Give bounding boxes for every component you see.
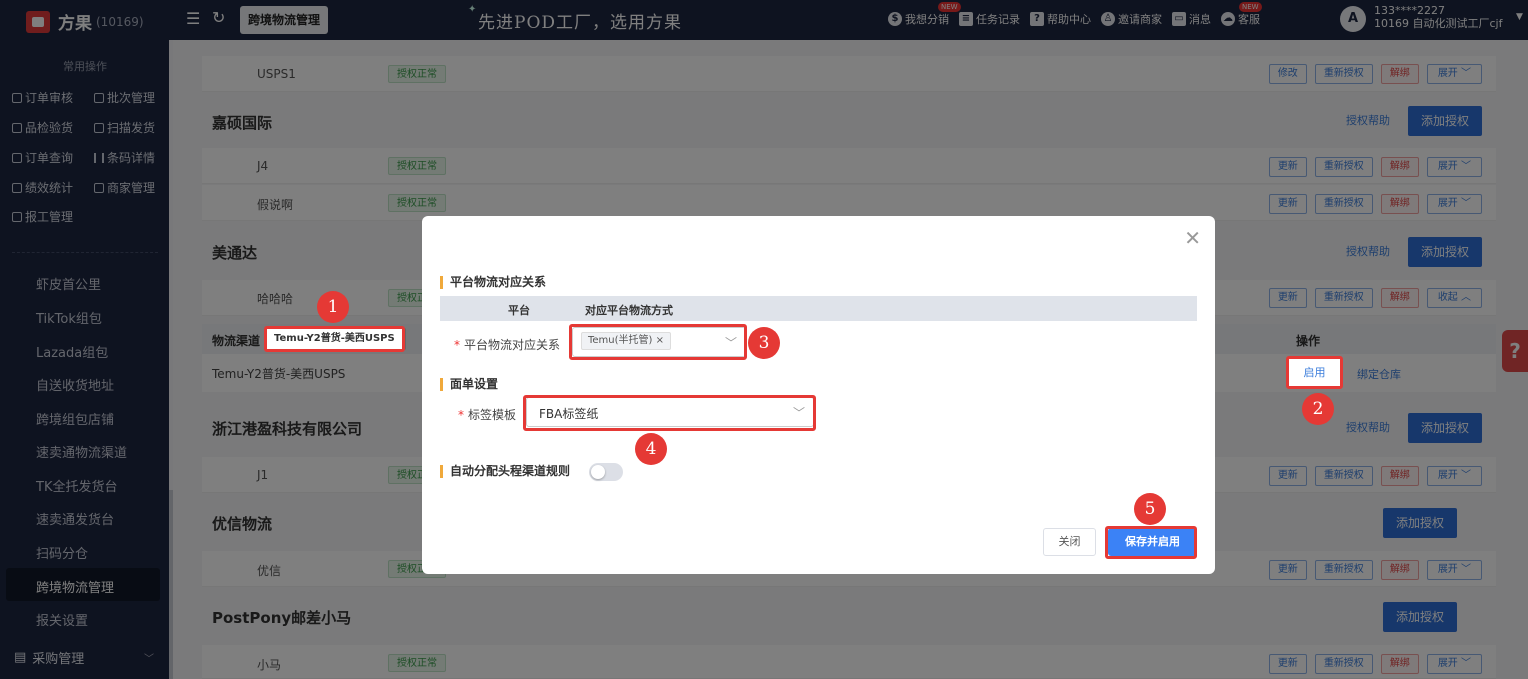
step-marker-1: 1 — [317, 291, 349, 323]
selected-chip: Temu(半托管) × — [581, 332, 672, 350]
close-button[interactable]: 关闭 — [1043, 528, 1096, 556]
platform-mapping-select[interactable]: Temu(半托管) × ﹀ — [572, 327, 746, 357]
step-marker-2: 2 — [1302, 393, 1334, 425]
enable-link-highlighted[interactable]: 启用 — [1288, 358, 1341, 387]
step-marker-3: 3 — [748, 327, 780, 359]
channel-filter-input-highlighted[interactable]: Temu-Y2普货-美西USPS — [266, 328, 404, 350]
mapping-table-header: 平台 对应平台物流方式 — [440, 296, 1197, 321]
auto-assign-label: 自动分配头程渠道规则 — [440, 465, 570, 478]
template-field-label: * 标签模板 — [458, 408, 517, 422]
selected-template: FBA标签纸 — [539, 407, 599, 421]
mapping-field-label: * 平台物流对应关系 — [454, 338, 561, 352]
col-platform-header: 平台 — [508, 304, 530, 317]
field-label-text: 平台物流对应关系 — [464, 338, 561, 352]
section-title-platform-mapping: 平台物流对应关系 — [440, 276, 546, 289]
label-template-select[interactable]: FBA标签纸 ﹀ — [526, 397, 814, 427]
step-marker-5: 5 — [1134, 493, 1166, 525]
chevron-down-icon: ﹀ — [792, 406, 805, 420]
col-method-header: 对应平台物流方式 — [585, 304, 673, 317]
auto-assign-toggle[interactable] — [589, 463, 623, 481]
close-icon[interactable]: ✕ — [1184, 226, 1201, 250]
save-and-enable-button[interactable]: 保存并启用 — [1108, 528, 1197, 556]
step-marker-4: 4 — [635, 433, 667, 465]
section-title-label-settings: 面单设置 — [440, 378, 498, 391]
chip-label: Temu(半托管) — [588, 335, 653, 346]
logistics-settings-dialog: ✕ 平台物流对应关系 平台 对应平台物流方式 * 平台物流对应关系 Temu(半托… — [422, 216, 1215, 574]
chevron-down-icon: ﹀ — [724, 336, 737, 350]
chip-remove-icon[interactable]: × — [656, 335, 664, 346]
field-label-text: 标签模板 — [468, 408, 517, 422]
